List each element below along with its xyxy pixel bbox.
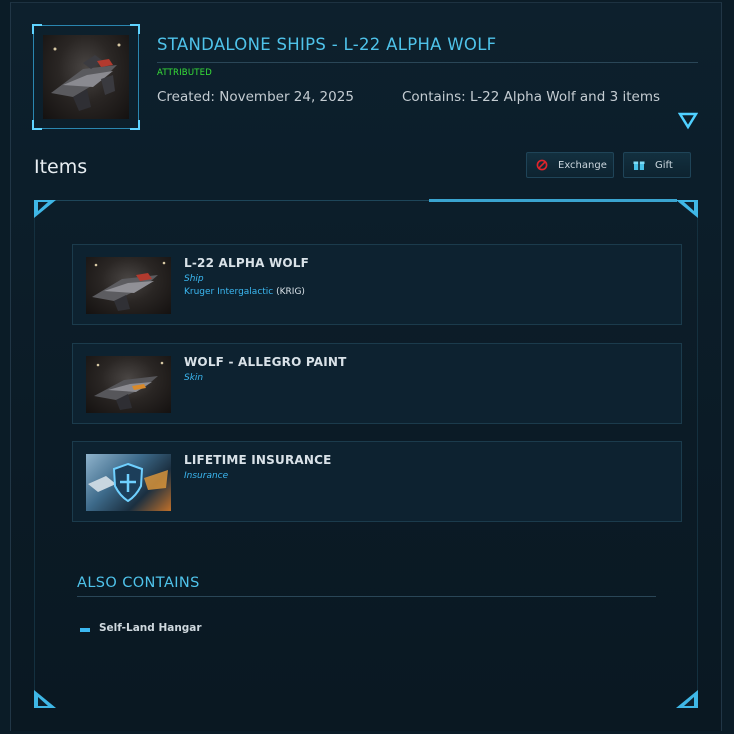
exchange-icon xyxy=(536,159,548,171)
item-name: L-22 ALPHA WOLF xyxy=(184,256,310,270)
items-panel-left-edge xyxy=(34,200,35,708)
item-thumbnail xyxy=(86,257,171,314)
corner-ornament-top-left xyxy=(34,200,56,218)
created-date: Created: November 24, 2025 xyxy=(157,89,354,105)
manufacturer-code: (KRIG) xyxy=(276,287,305,297)
manufacturer-name: Kruger Intergalactic xyxy=(184,287,274,297)
item-name: WOLF - ALLEGRO PAINT xyxy=(184,355,347,369)
item-type: Insurance xyxy=(184,471,229,481)
gift-icon xyxy=(633,159,645,171)
also-contains-item: Self-Land Hangar xyxy=(99,622,202,634)
gift-label: Gift xyxy=(655,159,673,171)
pledge-thumbnail xyxy=(43,35,129,119)
also-contains-divider xyxy=(77,596,656,597)
item-type: Skin xyxy=(184,373,204,383)
corner-ornament-bottom-left xyxy=(34,690,56,708)
corner-ornament-bottom-right xyxy=(676,690,698,708)
corner-ornament-top-right xyxy=(676,200,698,218)
gift-button[interactable]: Gift xyxy=(623,152,691,178)
contains-summary: Contains: L-22 Alpha Wolf and 3 items xyxy=(402,89,661,105)
exchange-button[interactable]: Exchange xyxy=(526,152,614,178)
insurance-thumbnail xyxy=(86,454,171,511)
item-card-ship[interactable]: L-22 ALPHA WOLF Ship Kruger Intergalacti… xyxy=(72,244,682,325)
item-type: Ship xyxy=(184,274,204,284)
pledge-title: STANDALONE SHIPS - L-22 ALPHA WOLF xyxy=(157,35,497,54)
chevron-down-icon[interactable] xyxy=(677,112,699,130)
exchange-label: Exchange xyxy=(558,159,607,171)
items-heading: Items xyxy=(34,156,88,178)
items-panel-accent xyxy=(429,199,677,202)
item-manufacturer: Kruger Intergalactic (KRIG) xyxy=(184,287,305,297)
item-thumbnail xyxy=(86,356,171,413)
status-badge: ATTRIBUTED xyxy=(157,68,212,78)
bullet-icon xyxy=(80,628,90,632)
also-contains-heading: ALSO CONTAINS xyxy=(77,575,200,591)
items-panel-right-edge xyxy=(697,200,698,708)
item-card-insurance[interactable]: LIFETIME INSURANCE Insurance xyxy=(72,441,682,522)
item-card-skin[interactable]: WOLF - ALLEGRO PAINT Skin xyxy=(72,343,682,424)
title-divider xyxy=(157,62,698,63)
item-name: LIFETIME INSURANCE xyxy=(184,453,332,467)
pledge-thumbnail-frame xyxy=(32,24,140,130)
